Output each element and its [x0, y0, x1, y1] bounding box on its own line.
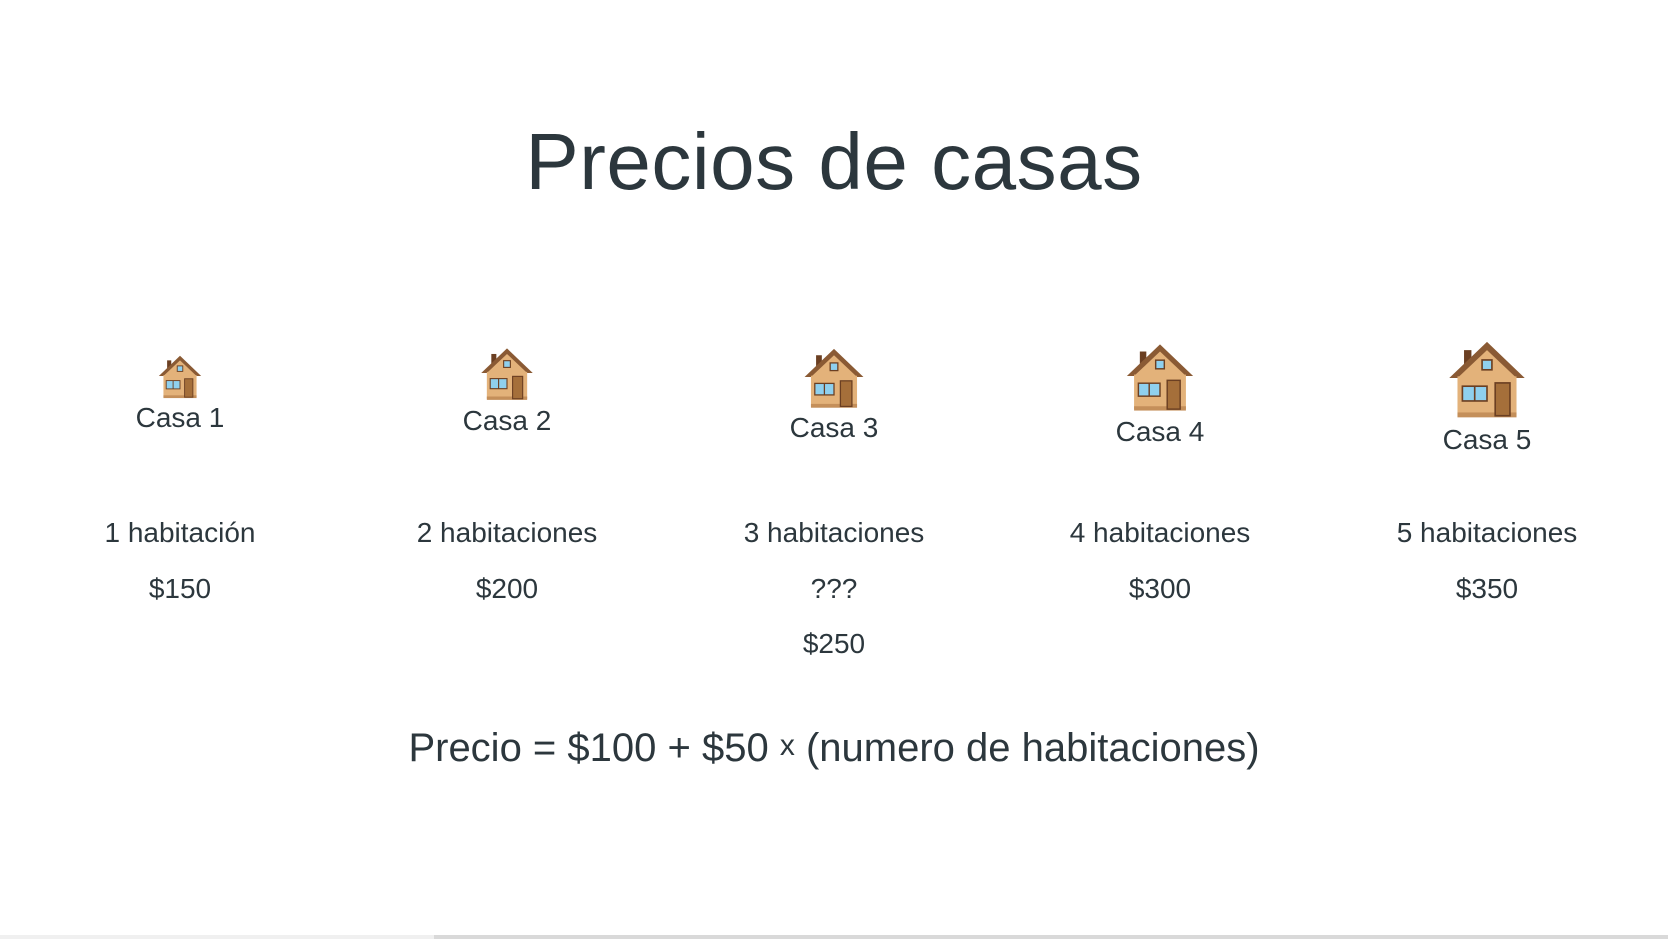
house-label: Casa 3	[789, 412, 879, 443]
progress-fill	[0, 935, 434, 939]
house-icon	[481, 348, 533, 400]
house-card-4: Casa 4	[1040, 338, 1280, 448]
price-house-2: $200	[475, 573, 539, 604]
price-house-4: $300	[1128, 573, 1192, 604]
rooms-house-1: 1 habitación	[104, 517, 256, 548]
house-icon	[804, 348, 864, 408]
price-house-3: ???	[810, 573, 858, 604]
house-icon	[158, 355, 202, 399]
multiply-sign: x	[779, 729, 795, 762]
house-card-3: Casa 3	[714, 344, 954, 444]
house-label: Casa 1	[135, 402, 225, 433]
rooms-house-4: 4 habitaciones	[1069, 517, 1251, 548]
house-card-1: Casa 1	[60, 352, 300, 434]
house-label: Casa 2	[462, 405, 552, 436]
house-card-2: Casa 2	[387, 343, 627, 437]
price-formula: Precio = $100 + $50 x (numero de habitac…	[0, 724, 1668, 776]
price-house-5: $350	[1455, 573, 1519, 604]
answer-house-3: $250	[802, 628, 866, 659]
house-label: Casa 4	[1115, 416, 1205, 447]
formula-left: Precio = $100 + $50	[408, 726, 769, 770]
house-icon	[1449, 341, 1525, 418]
slide-title: Precios de casas	[525, 117, 1143, 206]
house-icon	[1126, 344, 1194, 411]
rooms-house-2: 2 habitaciones	[416, 517, 598, 548]
house-card-5: Casa 5	[1367, 334, 1607, 456]
rooms-house-3: 3 habitaciones	[743, 517, 925, 548]
price-house-1: $150	[148, 573, 212, 604]
formula-right: (numero de habitaciones)	[805, 726, 1260, 770]
rooms-house-5: 5 habitaciones	[1396, 517, 1578, 548]
house-label: Casa 5	[1442, 424, 1532, 455]
